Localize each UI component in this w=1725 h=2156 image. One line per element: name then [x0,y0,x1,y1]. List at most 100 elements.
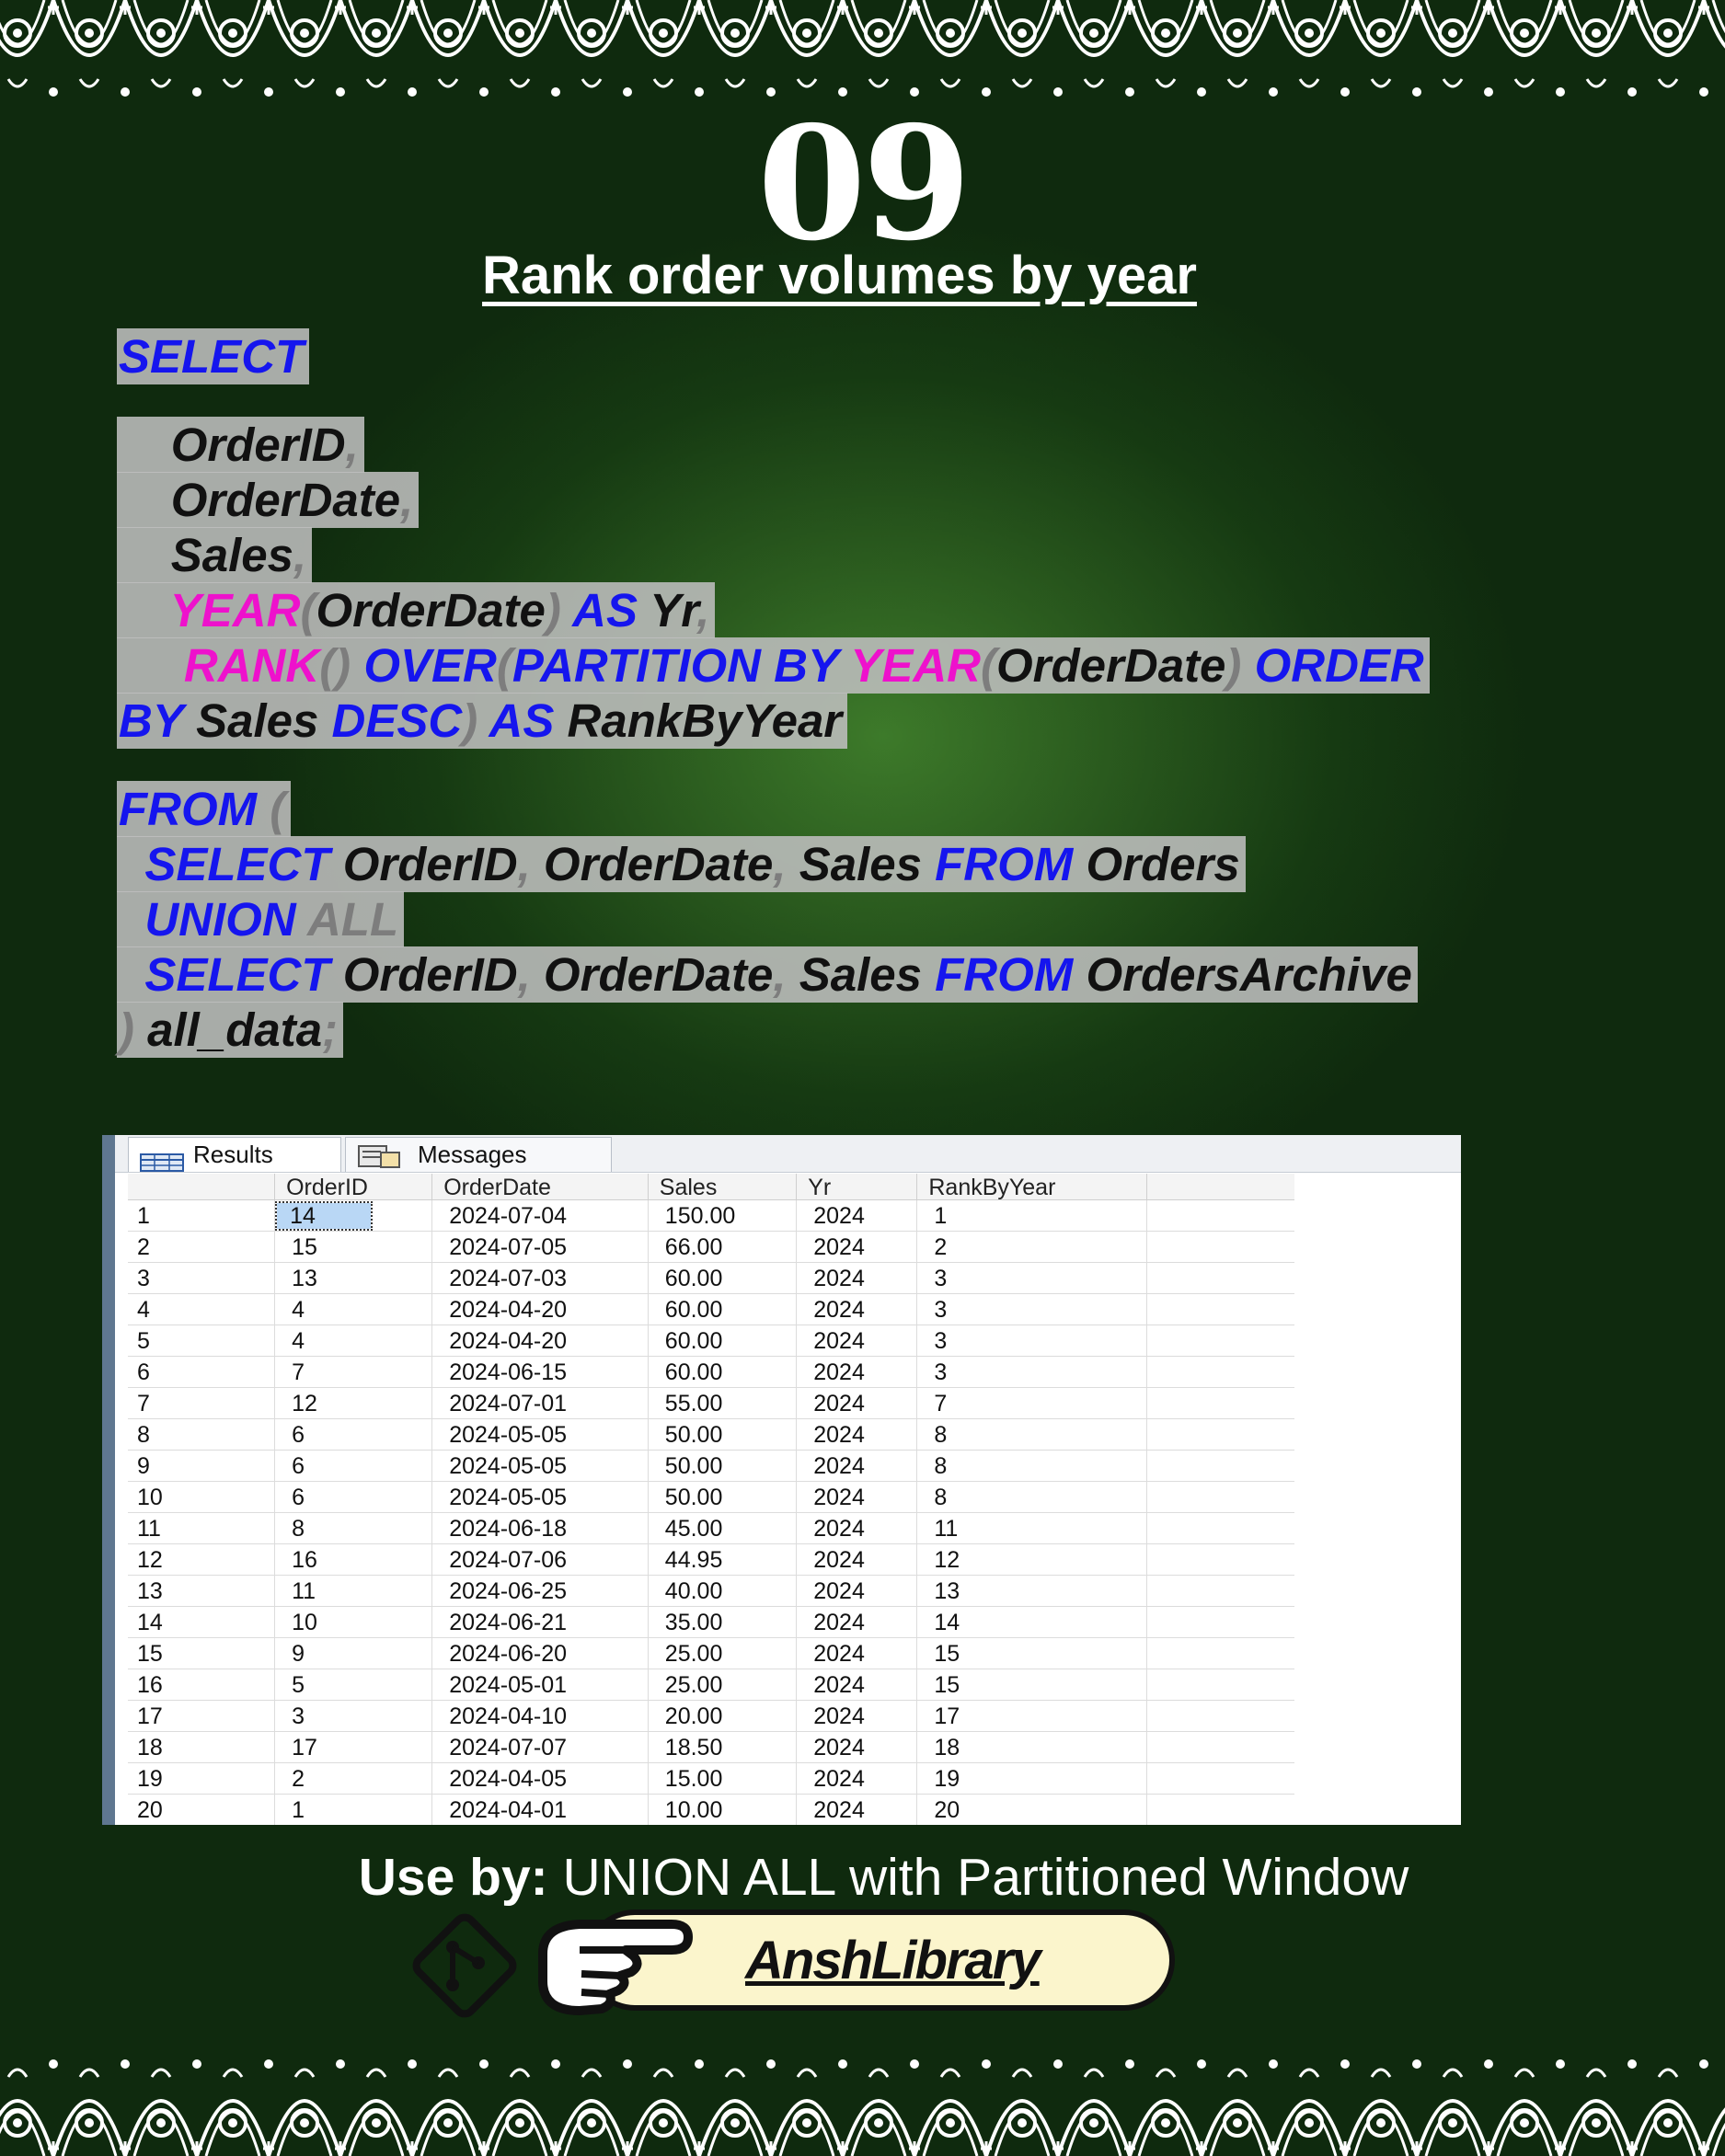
table-row[interactable]: 14 10 2024-06-21 35.00 2024 14 [128,1607,1294,1638]
table-cell[interactable]: 18 [917,1732,1148,1762]
table-cell[interactable]: 2024 [797,1482,918,1512]
table-cell[interactable]: 15 [275,1232,433,1262]
table-cell[interactable]: 45.00 [649,1513,798,1543]
tab-results[interactable]: Results [128,1137,341,1172]
table-cell[interactable]: 1 [275,1795,433,1825]
table-cell[interactable]: 3 [275,1701,433,1731]
row-number-cell[interactable]: 9 [128,1451,276,1481]
table-cell[interactable]: 8 [917,1451,1148,1481]
table-cell[interactable]: 20.00 [649,1701,798,1731]
table-cell[interactable]: 2024-07-06 [432,1544,649,1575]
table-cell[interactable]: 150.00 [649,1200,798,1231]
table-cell[interactable]: 13 [275,1263,433,1293]
table-cell[interactable]: 15 [917,1638,1148,1669]
table-cell[interactable]: 8 [917,1482,1148,1512]
table-row[interactable]: 2 15 2024-07-05 66.00 2024 2 [128,1232,1294,1263]
table-cell[interactable]: 2024 [797,1544,918,1575]
row-number-cell[interactable]: 17 [128,1701,276,1731]
table-cell[interactable]: 7 [917,1388,1148,1418]
table-cell[interactable]: 2024 [797,1388,918,1418]
table-row[interactable]: 15 9 2024-06-20 25.00 2024 15 [128,1638,1294,1669]
table-cell[interactable]: 13 [917,1576,1148,1606]
table-row[interactable]: 10 6 2024-05-05 50.00 2024 8 [128,1482,1294,1513]
table-cell[interactable]: 35.00 [649,1607,798,1637]
row-number-cell[interactable]: 7 [128,1388,276,1418]
table-cell[interactable]: 2024 [797,1451,918,1481]
row-number-cell[interactable]: 2 [128,1232,276,1262]
table-cell[interactable]: 12 [275,1388,433,1418]
table-cell[interactable]: 2024-04-20 [432,1325,649,1356]
table-cell[interactable]: 2024-05-05 [432,1451,649,1481]
table-cell[interactable]: 2 [275,1763,433,1794]
table-cell[interactable]: 8 [917,1419,1148,1450]
table-cell[interactable]: 3 [917,1357,1148,1387]
row-number-cell[interactable]: 16 [128,1669,276,1700]
table-cell[interactable]: 8 [275,1513,433,1543]
table-cell[interactable]: 2024 [797,1576,918,1606]
table-cell[interactable]: 10.00 [649,1795,798,1825]
table-cell[interactable]: 60.00 [649,1294,798,1325]
table-cell[interactable]: 40.00 [649,1576,798,1606]
row-number-cell[interactable]: 15 [128,1638,276,1669]
table-cell[interactable]: 1 [917,1200,1148,1231]
table-cell[interactable]: 2024-07-03 [432,1263,649,1293]
table-cell[interactable]: 2024 [797,1701,918,1731]
table-cell[interactable]: 66.00 [649,1232,798,1262]
table-cell[interactable]: 17 [917,1701,1148,1731]
table-cell[interactable]: 60.00 [649,1357,798,1387]
table-cell[interactable]: 2024 [797,1763,918,1794]
column-header[interactable]: Yr [797,1174,918,1200]
row-number-cell[interactable]: 6 [128,1357,276,1387]
row-number-cell[interactable]: 10 [128,1482,276,1512]
column-header[interactable]: RankByYear [917,1174,1148,1200]
row-number-cell[interactable]: 12 [128,1544,276,1575]
brand-name[interactable]: AnshLibrary [745,1930,1041,1991]
table-cell[interactable]: 2024 [797,1795,918,1825]
table-cell[interactable]: 2024 [797,1232,918,1262]
table-cell[interactable]: 2024-05-05 [432,1419,649,1450]
table-cell[interactable]: 2024 [797,1419,918,1450]
table-cell[interactable]: 11 [917,1513,1148,1543]
table-cell[interactable]: 50.00 [649,1419,798,1450]
table-row[interactable]: 3 13 2024-07-03 60.00 2024 3 [128,1263,1294,1294]
row-number-cell[interactable]: 13 [128,1576,276,1606]
table-cell[interactable]: 3 [917,1263,1148,1293]
table-cell[interactable]: 3 [917,1294,1148,1325]
table-cell[interactable]: 3 [917,1325,1148,1356]
table-cell[interactable]: 10 [275,1607,433,1637]
table-cell[interactable]: 2024 [797,1263,918,1293]
table-cell[interactable]: 50.00 [649,1451,798,1481]
table-cell[interactable]: 2024 [797,1513,918,1543]
column-header[interactable]: OrderID [275,1174,433,1200]
table-row[interactable]: 19 2 2024-04-05 15.00 2024 19 [128,1763,1294,1795]
table-cell[interactable]: 20 [917,1795,1148,1825]
table-cell[interactable]: 6 [275,1419,433,1450]
row-number-cell[interactable]: 4 [128,1294,276,1325]
table-row[interactable]: 7 12 2024-07-01 55.00 2024 7 [128,1388,1294,1419]
tab-messages[interactable]: Messages [345,1137,612,1172]
table-cell[interactable]: 50.00 [649,1482,798,1512]
row-number-cell[interactable]: 20 [128,1795,276,1825]
table-cell[interactable]: 2024-06-20 [432,1638,649,1669]
row-number-cell[interactable]: 3 [128,1263,276,1293]
table-cell[interactable]: 2024-04-05 [432,1763,649,1794]
table-cell[interactable]: 4 [275,1294,433,1325]
table-cell[interactable]: 2024 [797,1669,918,1700]
table-cell[interactable]: 17 [275,1732,433,1762]
row-number-cell[interactable]: 19 [128,1763,276,1794]
table-row[interactable]: 12 16 2024-07-06 44.95 2024 12 [128,1544,1294,1576]
table-cell[interactable]: 44.95 [649,1544,798,1575]
table-cell[interactable]: 14 [275,1200,433,1231]
table-cell[interactable]: 2024 [797,1294,918,1325]
table-cell[interactable]: 2024-06-15 [432,1357,649,1387]
table-cell[interactable]: 2024-07-07 [432,1732,649,1762]
table-cell[interactable]: 2024-06-25 [432,1576,649,1606]
table-cell[interactable]: 2024 [797,1325,918,1356]
table-cell[interactable]: 6 [275,1482,433,1512]
table-cell[interactable]: 2024-05-05 [432,1482,649,1512]
table-cell[interactable]: 6 [275,1451,433,1481]
table-cell[interactable]: 2024-06-18 [432,1513,649,1543]
table-row[interactable]: 6 7 2024-06-15 60.00 2024 3 [128,1357,1294,1388]
row-number-cell[interactable]: 1 [128,1200,276,1231]
table-row[interactable]: 8 6 2024-05-05 50.00 2024 8 [128,1419,1294,1451]
